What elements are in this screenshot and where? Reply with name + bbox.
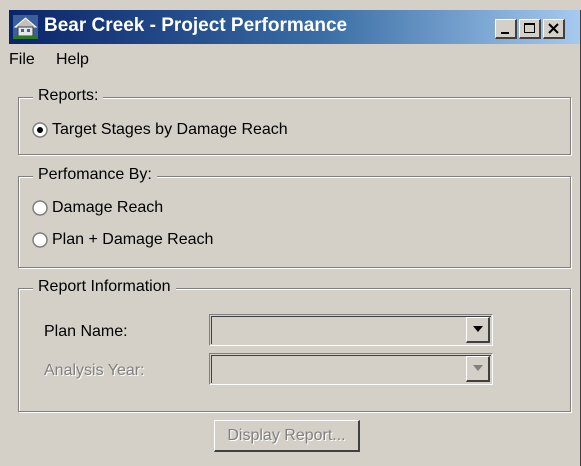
analysis-year-label: Analysis Year: [44,362,145,379]
performance-group: Perfomance By: Damage Reach Plan + Damag… [18,166,571,268]
plan-name-dropdown-button[interactable] [466,317,490,343]
chevron-down-icon [473,326,483,332]
app-window: Bear Creek - Project Performance File He… [0,0,581,466]
maximize-button[interactable] [519,19,541,39]
radio-selected-icon [32,122,48,138]
performance-legend: Perfomance By: [33,166,157,184]
title-bar[interactable]: Bear Creek - Project Performance [9,10,581,44]
reports-group: Reports: Target Stages by Damage Reach [18,87,571,155]
reports-legend: Reports: [33,87,104,105]
display-report-label: Display Report... [227,427,346,444]
display-report-button[interactable]: Display Report... [214,420,360,452]
menu-help[interactable]: Help [56,51,89,69]
chevron-down-icon [473,365,483,371]
plan-name-label: Plan Name: [44,323,128,340]
report-information-group: Report Information Plan Name: Analysis Y… [18,278,571,412]
radio-damage-reach-label: Damage Reach [52,199,164,216]
window-title: Bear Creek - Project Performance [44,15,348,36]
close-button[interactable] [543,19,565,39]
plan-name-dropdown[interactable] [209,314,493,346]
menu-file[interactable]: File [9,51,35,69]
close-icon [548,23,559,34]
report-information-legend: Report Information [33,278,176,296]
house-icon[interactable] [13,15,38,39]
minimize-icon [501,32,509,34]
maximize-icon [524,23,535,33]
minimize-button[interactable] [495,19,517,39]
radio-unselected-icon [32,200,48,216]
radio-target-stages-label: Target Stages by Damage Reach [52,121,288,138]
radio-plan-damage-reach-label: Plan + Damage Reach [52,231,214,248]
radio-unselected-icon [32,232,48,248]
analysis-year-dropdown[interactable] [209,353,493,385]
analysis-year-dropdown-button[interactable] [466,356,490,382]
